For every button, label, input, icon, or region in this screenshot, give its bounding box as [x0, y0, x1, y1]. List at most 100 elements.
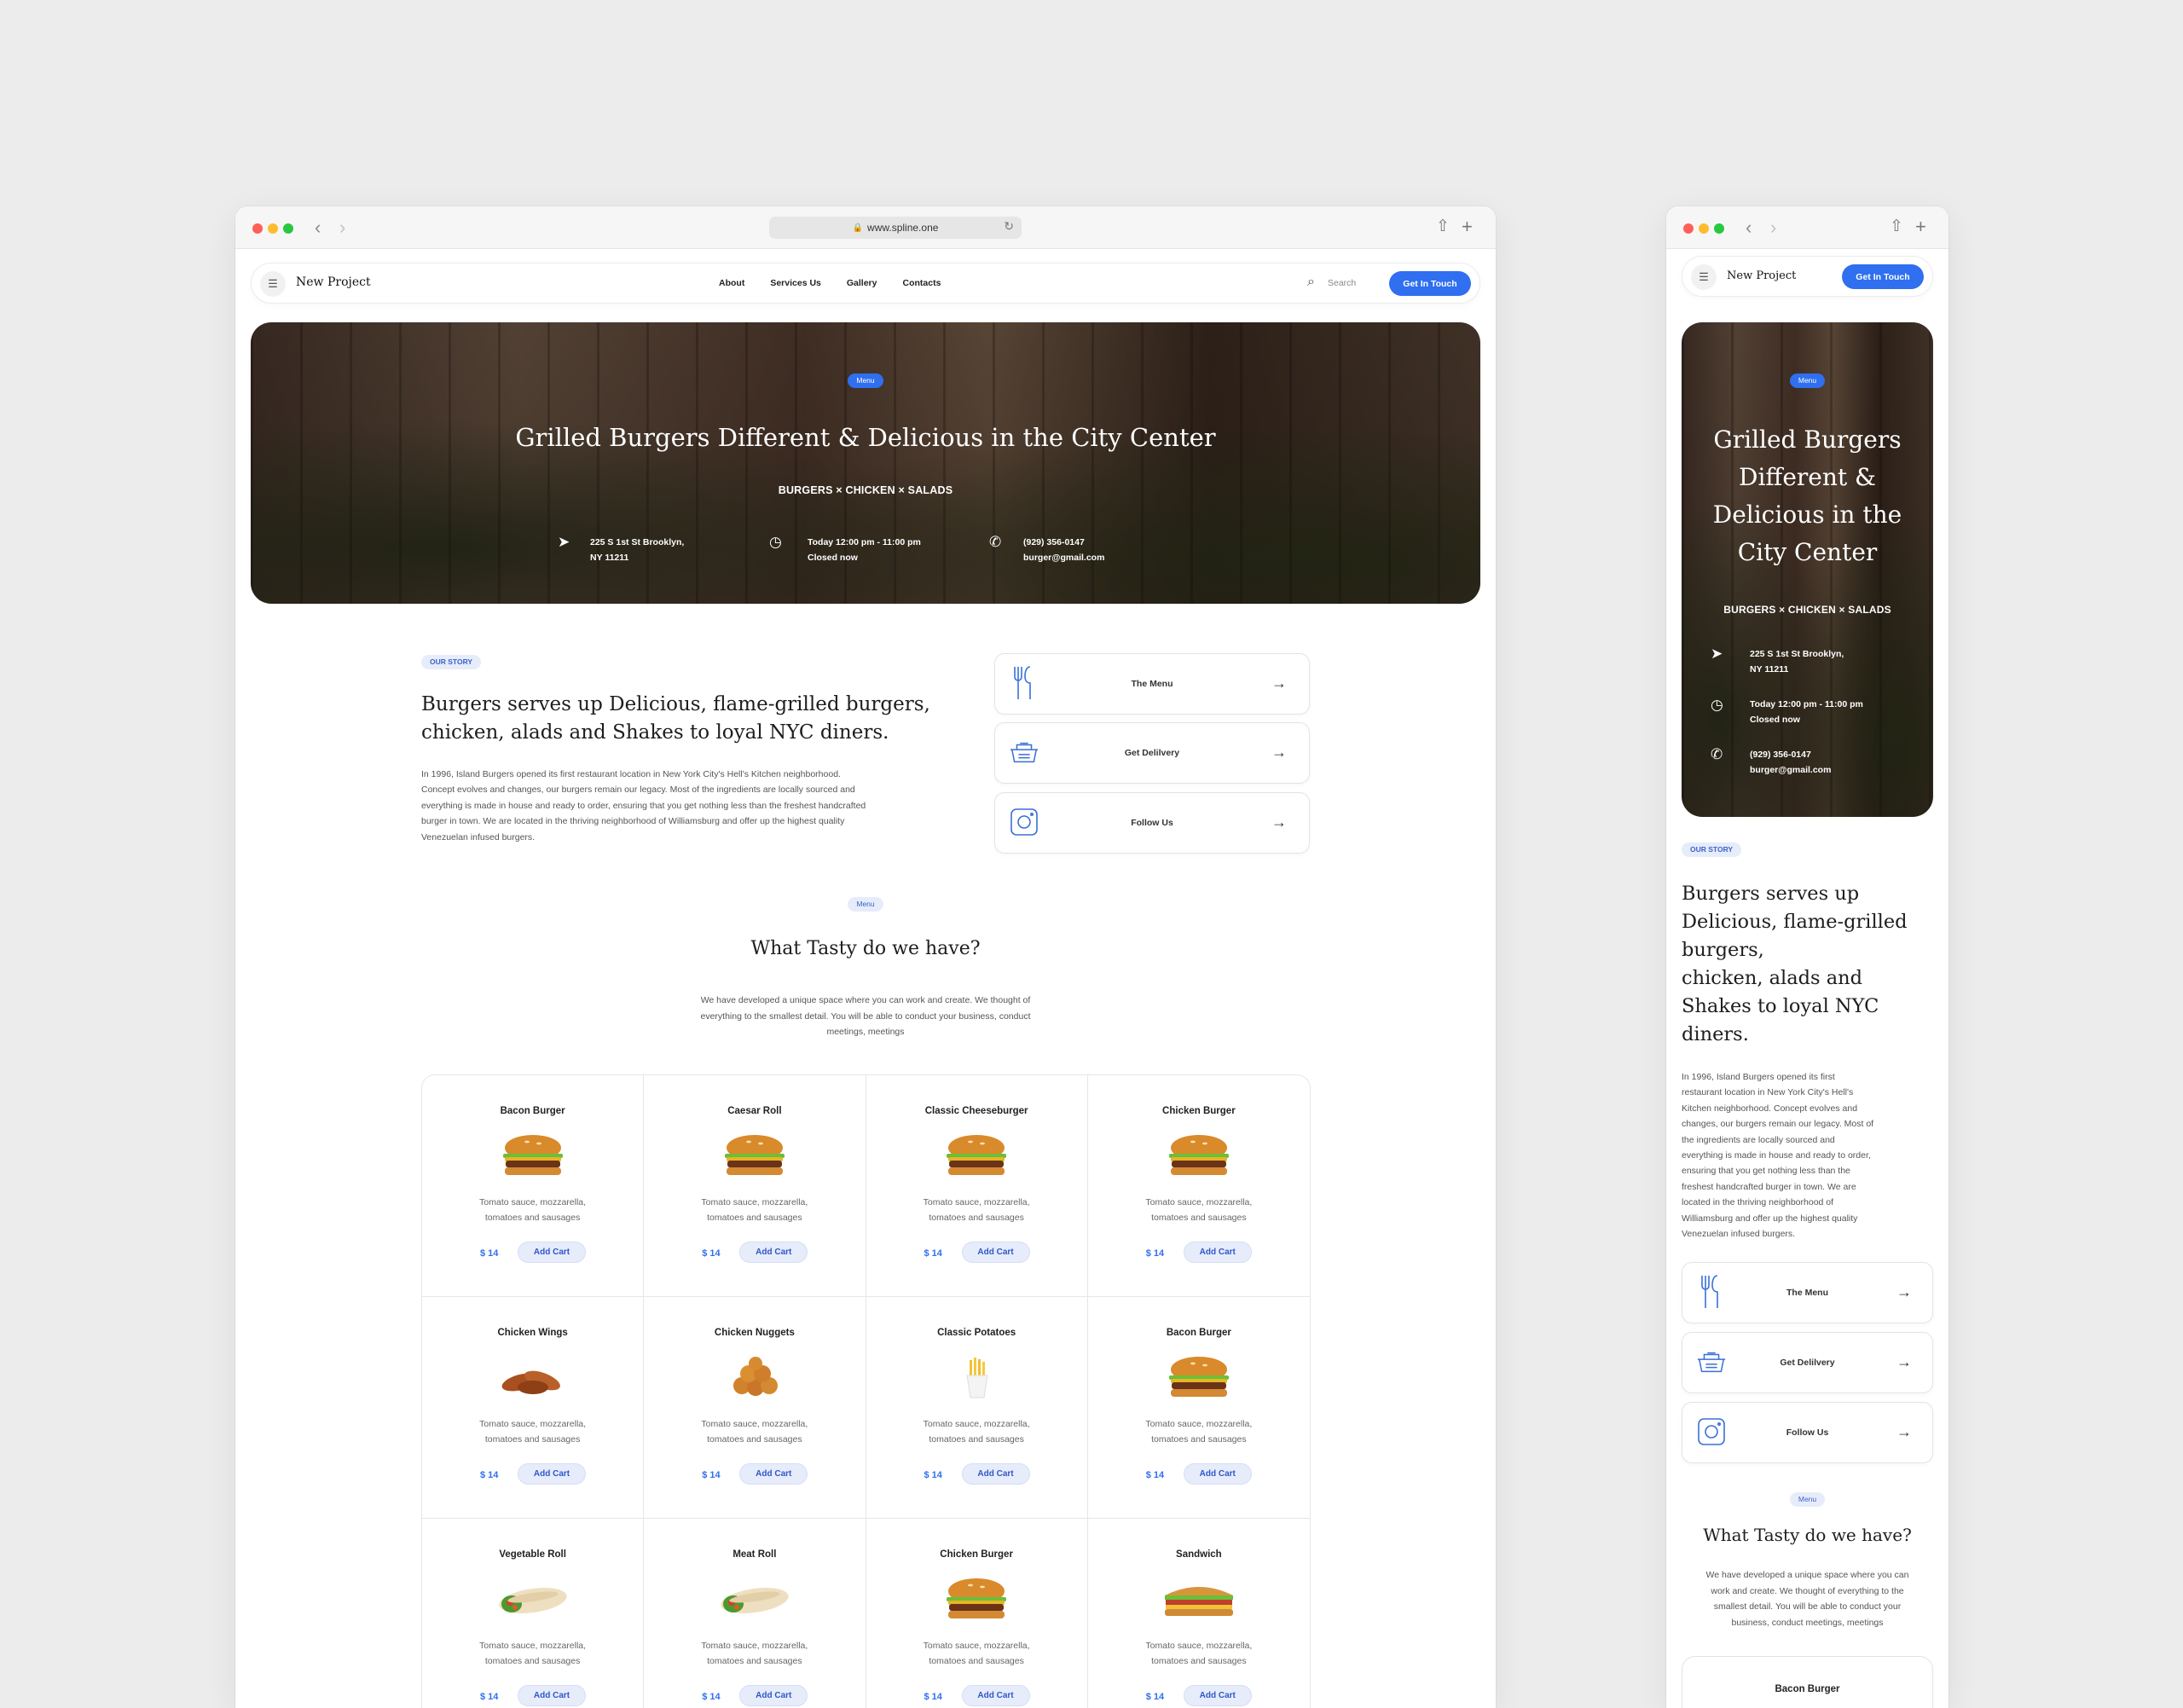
menu-item-card: Chicken Burger Tomato sauce, mozzarella, t…	[866, 1519, 1088, 1708]
fries-food-image	[938, 1355, 1015, 1399]
desc-line: Tomato sauce, mozzarella,	[923, 1641, 1030, 1651]
menu-item-card: Meat Roll Tomato sauce, mozzarella, tomato…	[644, 1519, 866, 1708]
close-window-dot[interactable]	[252, 223, 263, 234]
menu-intro-line: everything to the smallest detail. You w…	[700, 1010, 1031, 1022]
search-label[interactable]: Search	[1328, 278, 1356, 288]
story-body-line: ensuring that you get nothing less than …	[1682, 1166, 1850, 1177]
story-body: In 1996, Island Burgers opened its first…	[1682, 1069, 1873, 1242]
hero-pill-wrap: Menu	[251, 372, 1480, 388]
share-icon[interactable]: ⇧	[1890, 217, 1903, 237]
minimize-window-dot[interactable]	[268, 223, 278, 234]
add-cart-button[interactable]: Add Cart	[1183, 1242, 1252, 1263]
hero-contact: (929) 356-0147 burger@gmail.com	[1023, 535, 1104, 565]
hero-banner: Menu Grilled Burgers Different & Delicio…	[251, 322, 1480, 604]
get-delivery-card[interactable]: Get Delilvery →	[994, 722, 1310, 784]
story-body-line: changes, our burgers remain our legacy. …	[1682, 1119, 1874, 1130]
hero-pill-wrap: Menu	[1682, 372, 1933, 388]
menu-item-description: Tomato sauce, mozzarella, tomatoes and sa…	[1088, 1416, 1310, 1447]
nav-link-services[interactable]: Services Us	[770, 278, 821, 288]
new-tab-plus-icon[interactable]: +	[1462, 217, 1473, 237]
maximize-window-dot[interactable]	[1714, 223, 1724, 234]
hero-hours: Today 12:00 pm - 11:00 pm Closed now	[1750, 697, 1863, 727]
forward-chevron-icon[interactable]: ›	[339, 217, 345, 238]
close-window-dot[interactable]	[1683, 223, 1694, 234]
maximize-window-dot[interactable]	[283, 223, 293, 234]
add-cart-button[interactable]: Add Cart	[961, 1463, 1030, 1485]
get-in-touch-button[interactable]: Get In Touch	[1389, 271, 1471, 296]
add-cart-button[interactable]: Add Cart	[518, 1242, 586, 1263]
add-cart-button[interactable]: Add Cart	[518, 1463, 586, 1485]
story-title-line: chicken, alads and	[1682, 967, 1863, 989]
the-menu-card[interactable]: The Menu →	[994, 653, 1310, 715]
hero-email[interactable]: burger@gmail.com	[1750, 762, 1831, 778]
add-cart-button[interactable]: Add Cart	[739, 1463, 808, 1485]
back-chevron-icon[interactable]: ‹	[1746, 217, 1752, 238]
desc-line: tomatoes and sausages	[929, 1213, 1024, 1223]
menu-section-title: What Tasty do we have?	[750, 938, 981, 959]
location-arrow-icon: ➤	[558, 534, 570, 550]
get-delivery-label: Get Delilvery	[1780, 1358, 1835, 1368]
nav-link-contacts[interactable]: Contacts	[902, 278, 941, 288]
brand-name[interactable]: New Project	[1727, 269, 1796, 282]
lock-icon: 🔒	[852, 223, 864, 233]
nav-link-gallery[interactable]: Gallery	[847, 278, 877, 288]
address-bar[interactable]: 🔒 www.spline.one ↻	[769, 217, 1022, 239]
forward-chevron-icon[interactable]: ›	[1770, 217, 1776, 238]
share-icon[interactable]: ⇧	[1436, 217, 1450, 237]
site-navbar: ☰ New Project About Services Us Gallery …	[251, 263, 1480, 304]
menu-item-name: Bacon Burger	[1775, 1684, 1840, 1694]
minimize-window-dot[interactable]	[1699, 223, 1709, 234]
hero-phone[interactable]: (929) 356-0147	[1023, 535, 1104, 550]
add-cart-button[interactable]: Add Cart	[961, 1685, 1030, 1706]
follow-us-card[interactable]: Follow Us →	[994, 792, 1310, 854]
add-cart-button[interactable]: Add Cart	[961, 1242, 1030, 1263]
hero-phone[interactable]: (929) 356-0147	[1750, 747, 1831, 762]
story-title-line: diners.	[1682, 1023, 1749, 1045]
reload-icon[interactable]: ↻	[1004, 219, 1014, 234]
add-cart-button[interactable]: Add Cart	[518, 1685, 586, 1706]
menu-item-name: Chicken Burger	[940, 1549, 1013, 1560]
desc-line: tomatoes and sausages	[707, 1434, 802, 1445]
add-cart-button[interactable]: Add Cart	[739, 1242, 808, 1263]
menu-item-description: Tomato sauce, mozzarella, tomatoes and sa…	[644, 1195, 865, 1225]
menu-item-name: Chicken Nuggets	[714, 1328, 795, 1338]
get-in-touch-button[interactable]: Get In Touch	[1842, 264, 1924, 289]
menu-intro-line: meetings, meetings	[826, 1027, 905, 1037]
desc-line: tomatoes and sausages	[1151, 1656, 1247, 1666]
hero-hours: Today 12:00 pm - 11:00 pm Closed now	[808, 535, 921, 565]
get-delivery-card[interactable]: Get Delilvery →	[1682, 1332, 1933, 1393]
back-chevron-icon[interactable]: ‹	[315, 217, 321, 238]
wings-food-image	[495, 1355, 571, 1399]
burger-food-image	[1161, 1355, 1237, 1399]
menu-item-card: Classic Cheeseburger Tomato sauce, mozzar…	[866, 1075, 1088, 1297]
browser-toolbar: ‹ › ⇧ +	[1666, 206, 1948, 249]
hero-email[interactable]: burger@gmail.com	[1023, 550, 1104, 565]
add-cart-button[interactable]: Add Cart	[1183, 1685, 1252, 1706]
menu-item-name: Sandwich	[1176, 1549, 1222, 1560]
wrap-food-image	[495, 1577, 571, 1621]
story-body-line: burger in town. We are located in the th…	[421, 816, 845, 827]
brand-name[interactable]: New Project	[296, 275, 371, 289]
clock-icon: ◷	[1711, 697, 1723, 713]
nav-link-about[interactable]: About	[719, 278, 744, 288]
story-title-line: Shakes to loyal NYC	[1682, 995, 1879, 1017]
search-icon[interactable]: ⌕	[1307, 275, 1315, 290]
menu-item-price: $ 14	[480, 1248, 499, 1259]
site-navbar: ☰ New Project Get In Touch	[1682, 256, 1933, 297]
get-delivery-label: Get Delilvery	[1124, 748, 1180, 758]
burger-food-image	[1161, 1133, 1237, 1178]
the-menu-card[interactable]: The Menu →	[1682, 1262, 1933, 1323]
menu-hamburger-icon[interactable]: ☰	[260, 271, 286, 297]
menu-hamburger-icon[interactable]: ☰	[1691, 264, 1717, 290]
story-title-line: Delicious, flame-grilled	[1682, 911, 1908, 933]
menu-item-card: Bacon Burger Tomato sauce, mozzarella, tom…	[1087, 1297, 1310, 1519]
hours-line2: Closed now	[808, 553, 858, 563]
hero-title: Grilled Burgers Different & Delicious in…	[1712, 426, 1902, 566]
desc-line: Tomato sauce, mozzarella,	[923, 1197, 1030, 1207]
menu-intro-line: We have developed a unique space where y…	[1705, 1570, 1909, 1580]
follow-us-card[interactable]: Follow Us →	[1682, 1402, 1933, 1463]
add-cart-button[interactable]: Add Cart	[739, 1685, 808, 1706]
add-cart-button[interactable]: Add Cart	[1183, 1463, 1252, 1485]
new-tab-plus-icon[interactable]: +	[1915, 217, 1926, 237]
desc-line: Tomato sauce, mozzarella,	[923, 1419, 1030, 1429]
